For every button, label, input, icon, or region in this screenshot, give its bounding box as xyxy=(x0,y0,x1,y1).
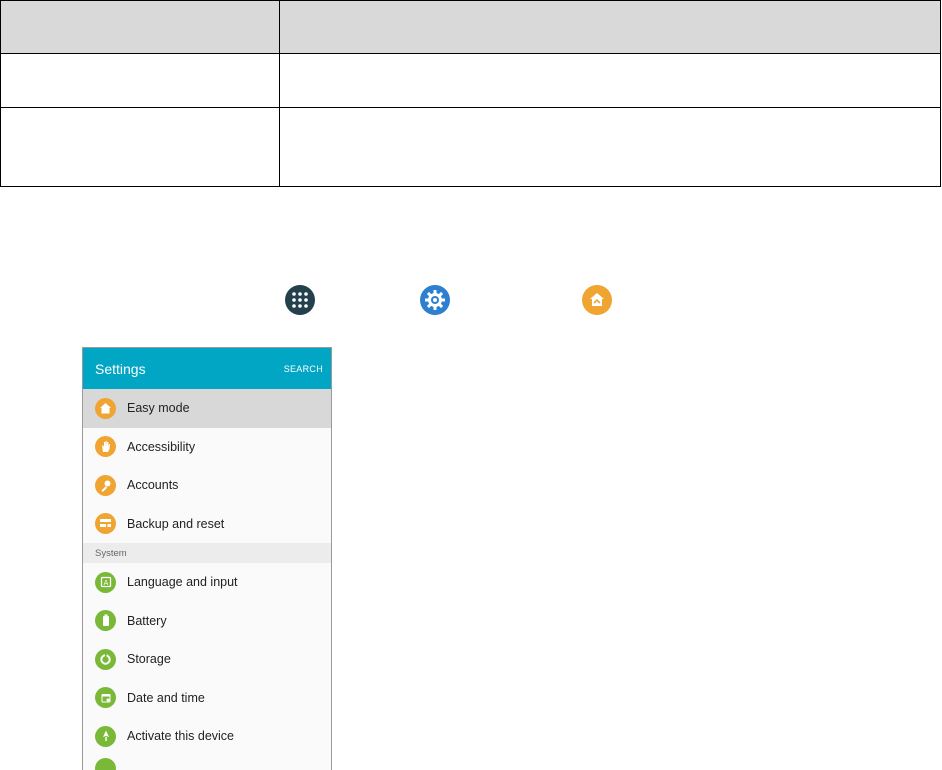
calendar-icon xyxy=(95,687,116,708)
apps-icon xyxy=(285,285,315,315)
menu-item-partial[interactable] xyxy=(83,756,331,770)
menu-item-date-and-time[interactable]: Date and time xyxy=(83,679,331,718)
key-icon xyxy=(95,475,116,496)
table-cell xyxy=(280,54,941,108)
menu-item-label: Battery xyxy=(127,614,167,628)
storage-icon xyxy=(95,649,116,670)
table-row xyxy=(1,54,941,108)
search-button[interactable]: SEARCH xyxy=(284,364,323,374)
menu-item-easy-mode[interactable]: Easy mode xyxy=(83,389,331,428)
table-header-cell xyxy=(1,1,280,54)
menu-item-label: Activate this device xyxy=(127,729,234,743)
menu-item-label: Language and input xyxy=(127,575,238,589)
hand-icon xyxy=(95,436,116,457)
menu-item-label: Backup and reset xyxy=(127,517,224,531)
section-header-system: System xyxy=(83,543,331,563)
table-cell xyxy=(280,108,941,187)
settings-screenshot: Settings SEARCH Easy mode Accessibility … xyxy=(82,347,332,770)
battery-icon xyxy=(95,610,116,631)
menu-item-label: Storage xyxy=(127,652,171,666)
menu-item-accounts[interactable]: Accounts xyxy=(83,466,331,505)
settings-app-bar: Settings SEARCH xyxy=(83,348,331,389)
table-row xyxy=(1,108,941,187)
easy-mode-icon xyxy=(95,398,116,419)
settings-title: Settings xyxy=(95,361,146,377)
menu-item-language-and-input[interactable]: A Language and input xyxy=(83,563,331,602)
system-update-icon xyxy=(95,758,116,770)
menu-item-label: Easy mode xyxy=(127,401,190,415)
menu-item-activate-this-device[interactable]: Activate this device xyxy=(83,717,331,756)
language-icon: A xyxy=(95,572,116,593)
menu-item-backup-and-reset[interactable]: Backup and reset xyxy=(83,505,331,544)
table-header-cell xyxy=(280,1,941,54)
menu-item-label: Accounts xyxy=(127,478,178,492)
table-cell xyxy=(1,54,280,108)
menu-item-battery[interactable]: Battery xyxy=(83,602,331,641)
menu-item-accessibility[interactable]: Accessibility xyxy=(83,428,331,467)
settings-gear-icon xyxy=(420,285,450,315)
menu-item-storage[interactable]: Storage xyxy=(83,640,331,679)
backup-icon xyxy=(95,513,116,534)
easy-mode-icon xyxy=(582,285,612,315)
table-header-row xyxy=(1,1,941,54)
menu-item-label: Date and time xyxy=(127,691,205,705)
table-cell xyxy=(1,108,280,187)
info-table xyxy=(0,0,941,187)
activate-icon xyxy=(95,726,116,747)
menu-item-label: Accessibility xyxy=(127,440,195,454)
svg-text:A: A xyxy=(103,580,108,587)
